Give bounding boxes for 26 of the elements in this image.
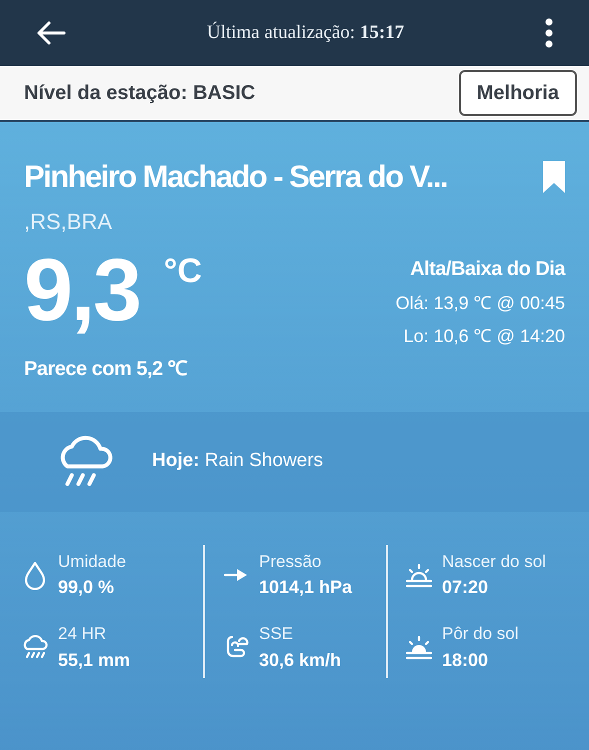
stat-label: Umidade <box>58 550 126 572</box>
stat-value: 1014,1 hPa <box>259 576 352 599</box>
more-menu-icon[interactable] <box>545 18 553 48</box>
station-name: Pinheiro Machado - Serra do V... <box>24 158 447 196</box>
stat-label: Pressão <box>259 550 322 572</box>
high-low-title: Alta/Baixa do Dia <box>410 256 565 282</box>
stat-value: 99,0 % <box>58 576 116 599</box>
stat-value: 18:00 <box>442 648 490 672</box>
stat-value: 30,6 km/h <box>259 648 342 672</box>
feels-like-text: Parece com 5,2 ℃ <box>24 356 188 382</box>
last-update-text: Última atualização: 15:17 <box>206 20 404 45</box>
stat-value: 55,1 mm <box>58 648 130 672</box>
stat-label: 24 HR <box>58 623 108 645</box>
stat-label: SSE <box>259 623 294 645</box>
low-temperature-text: Lo: 10,6 ℃ @ 14:20 <box>404 324 565 348</box>
high-temperature-text: Olá: 13,9 ℃ @ 00:45 <box>396 292 565 314</box>
upgrade-button[interactable]: Melhoria <box>458 70 577 116</box>
station-level-text: Nível da estação: BASIC <box>24 81 256 106</box>
back-arrow-icon[interactable] <box>36 20 66 46</box>
region-text: ,RS,BRA <box>24 208 114 236</box>
temperature-unit: °C <box>164 250 202 292</box>
stat-label: Pôr do sol <box>442 623 519 645</box>
stat-label: Nascer do sol <box>442 550 546 572</box>
stat-value: 07:20 <box>442 576 490 599</box>
forecast-text: Hoje: Rain Showers <box>152 449 324 474</box>
temperature-value: 9,3 <box>24 246 140 334</box>
